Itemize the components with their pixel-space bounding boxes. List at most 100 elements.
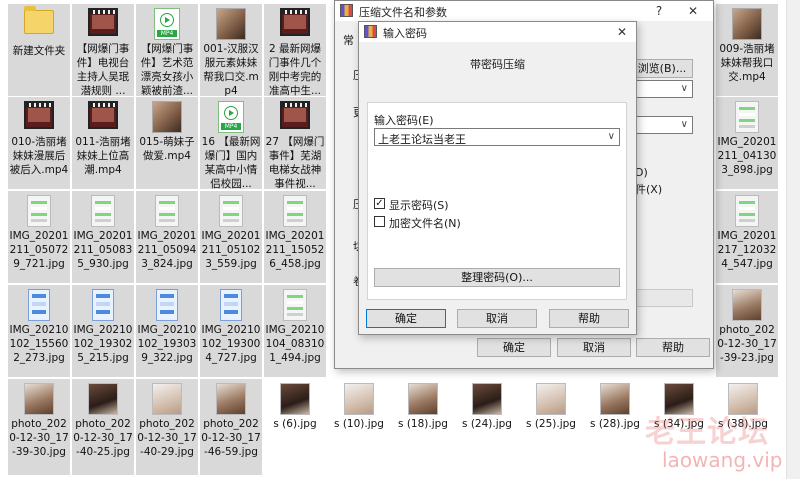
cancel-button[interactable]: 取消 bbox=[557, 338, 631, 357]
cancel-button[interactable]: 取消 bbox=[457, 309, 537, 328]
phone-icon bbox=[216, 289, 246, 321]
chat-icon bbox=[216, 195, 246, 227]
chat-icon bbox=[732, 195, 762, 227]
file-tile[interactable]: IMG_20201211_041303_898.jpg bbox=[716, 97, 778, 189]
chevron-down-icon: ∨ bbox=[680, 119, 688, 130]
phone-icon bbox=[24, 289, 54, 321]
video-icon bbox=[88, 101, 118, 133]
close-icon[interactable]: ✕ bbox=[682, 2, 704, 20]
phone-icon bbox=[152, 289, 182, 321]
file-tile[interactable]: s (28).jpg bbox=[584, 379, 646, 435]
ok-button[interactable]: 确定 bbox=[366, 309, 446, 328]
file-tile[interactable]: 27 【网爆门事件】芜湖电梯女战神事件视... bbox=[264, 97, 326, 189]
file-name: IMG_20201211_150526_458.jpg bbox=[265, 230, 325, 270]
show-password-checkbox[interactable]: ✓ bbox=[374, 198, 385, 209]
partial-option-x: 件(X) bbox=[635, 183, 663, 196]
volume-size-field[interactable] bbox=[631, 289, 693, 307]
file-tile[interactable]: IMG_20201211_050729_721.jpg bbox=[8, 191, 70, 283]
file-tile[interactable]: s (18).jpg bbox=[392, 379, 454, 435]
file-name: IMG_20201211_050835_930.jpg bbox=[73, 230, 133, 270]
password-dialog: 输入密码 ✕ 带密码压缩 输入密码(E) 上老王论坛当老王 ∨ ✓ 显示密码(S… bbox=[358, 21, 637, 335]
update-mode-combo[interactable]: ∨ bbox=[631, 116, 693, 134]
file-tile[interactable]: IMG_20201211_051023_559.jpg bbox=[200, 191, 262, 283]
password-label: 输入密码(E) bbox=[374, 114, 434, 127]
file-tile[interactable]: 011-浩丽堵妹妹上位高潮.mp4 bbox=[72, 97, 134, 189]
file-tile[interactable]: 009-浩丽堵妹妹帮我口交.mp4 bbox=[716, 4, 778, 96]
chat-icon bbox=[152, 195, 182, 227]
file-tile[interactable]: s (6).jpg bbox=[264, 379, 326, 435]
vertical-scrollbar[interactable] bbox=[786, 0, 800, 479]
file-tile[interactable]: s (25).jpg bbox=[520, 379, 582, 435]
file-tile[interactable]: s (10).jpg bbox=[328, 379, 390, 435]
jpg-icon bbox=[408, 383, 438, 415]
file-tile[interactable]: 001-汉服汉服元素妹妹帮我口交.mp4 bbox=[200, 4, 262, 96]
ok-button[interactable]: 确定 bbox=[477, 338, 551, 357]
jpg-icon bbox=[600, 383, 630, 415]
file-tile[interactable]: photo_2020-12-30_17-40-25.jpg bbox=[72, 379, 134, 475]
file-name: IMG_20210102_193025_215.jpg bbox=[73, 324, 133, 364]
file-name: 001-汉服汉服元素妹妹帮我口交.mp4 bbox=[203, 43, 259, 96]
file-tile[interactable]: photo_2020-12-30_17-46-59.jpg bbox=[200, 379, 262, 475]
show-password-label: 显示密码(S) bbox=[389, 199, 449, 212]
jpg-icon bbox=[24, 383, 54, 415]
file-name: 011-浩丽堵妹妹上位高潮.mp4 bbox=[75, 136, 131, 176]
archive-name-combo[interactable]: ∨ bbox=[631, 80, 693, 98]
file-tile[interactable]: IMG_20201211_150526_458.jpg bbox=[264, 191, 326, 283]
file-name: s (18).jpg bbox=[398, 418, 448, 430]
file-name: s (6).jpg bbox=[273, 418, 317, 430]
mp4-icon: MP4 bbox=[216, 101, 246, 133]
file-tile[interactable]: 2 最新网爆门事件几个刚中考完的准高中生... bbox=[264, 4, 326, 96]
chevron-down-icon: ∨ bbox=[607, 131, 615, 142]
file-tile[interactable]: IMG_20201217_120324_547.jpg bbox=[716, 191, 778, 283]
file-tile[interactable]: 015-萌妹子做爱.mp4 bbox=[136, 97, 198, 189]
video-icon bbox=[280, 8, 310, 40]
file-name: 2 最新网爆门事件几个刚中考完的准高中生... bbox=[268, 43, 322, 96]
file-name: 新建文件夹 bbox=[12, 45, 66, 57]
file-tile[interactable]: 新建文件夹 bbox=[8, 4, 70, 96]
file-tile[interactable]: MP4 【网爆门事件】艺术范漂亮女孩小颖被前渣... bbox=[136, 4, 198, 96]
file-tile[interactable]: IMG_20210102_193039_322.jpg bbox=[136, 285, 198, 377]
file-name: photo_2020-12-30_17-40-25.jpg bbox=[73, 418, 133, 458]
chevron-down-icon: ∨ bbox=[680, 83, 688, 94]
file-name: IMG_20210102_155602_273.jpg bbox=[9, 324, 69, 364]
file-tile[interactable]: s (24).jpg bbox=[456, 379, 518, 435]
file-tile[interactable]: 【网爆门事件】电视台主持人吴珉潜规则 ... bbox=[72, 4, 134, 96]
password-input[interactable]: 上老王论坛当老王 ∨ bbox=[374, 128, 620, 146]
jpg-icon bbox=[216, 383, 246, 415]
file-name: 27 【网爆门事件】芜湖电梯女战神事件视... bbox=[265, 136, 325, 189]
file-tile[interactable]: 010-浩丽堵妹妹漫展后被后入.mp4 bbox=[8, 97, 70, 189]
jpg-icon bbox=[88, 383, 118, 415]
photo-icon bbox=[216, 8, 246, 40]
file-tile[interactable]: IMG_20210102_193004_727.jpg bbox=[200, 285, 262, 377]
browse-button[interactable]: 浏览(B)... bbox=[631, 59, 693, 78]
encrypt-names-checkbox[interactable] bbox=[374, 216, 385, 227]
file-tile[interactable]: IMG_20210102_193025_215.jpg bbox=[72, 285, 134, 377]
tab-general[interactable]: 常 bbox=[343, 32, 354, 48]
file-tile[interactable]: photo_2020-12-30_17-39-30.jpg bbox=[8, 379, 70, 475]
help-button[interactable]: 帮助 bbox=[549, 309, 629, 328]
file-name: IMG_20210102_193004_727.jpg bbox=[201, 324, 261, 364]
organize-passwords-button[interactable]: 整理密码(O)... bbox=[374, 268, 620, 287]
password-dialog-title: 输入密码 bbox=[383, 27, 427, 40]
file-tile[interactable]: MP4 16 【最新网爆门】国内某高中小情侣校园... bbox=[200, 97, 262, 189]
chat-icon bbox=[280, 289, 310, 321]
jpg-icon bbox=[536, 383, 566, 415]
password-value: 上老王论坛当老王 bbox=[378, 133, 466, 146]
file-name: s (24).jpg bbox=[462, 418, 512, 430]
chat-icon bbox=[88, 195, 118, 227]
video-icon bbox=[280, 101, 310, 133]
file-name: IMG_20210104_083101_494.jpg bbox=[265, 324, 325, 364]
file-tile[interactable]: photo_2020-12-30_17-39-23.jpg bbox=[716, 285, 778, 377]
help-icon[interactable]: ? bbox=[648, 2, 670, 20]
file-tile[interactable]: IMG_20210104_083101_494.jpg bbox=[264, 285, 326, 377]
file-tile[interactable]: IMG_20201211_050943_824.jpg bbox=[136, 191, 198, 283]
file-tile[interactable]: photo_2020-12-30_17-40-29.jpg bbox=[136, 379, 198, 475]
dialog-heading: 带密码压缩 bbox=[470, 58, 525, 71]
mp4-icon: MP4 bbox=[152, 8, 182, 40]
file-tile[interactable]: IMG_20201211_050835_930.jpg bbox=[72, 191, 134, 283]
file-name: IMG_20201211_051023_559.jpg bbox=[201, 230, 261, 270]
help-button[interactable]: 帮助 bbox=[636, 338, 710, 357]
archive-dialog-titlebar: 压缩文件名和参数 ? ✕ bbox=[335, 1, 713, 21]
file-tile[interactable]: IMG_20210102_155602_273.jpg bbox=[8, 285, 70, 377]
close-icon[interactable]: ✕ bbox=[611, 23, 633, 41]
